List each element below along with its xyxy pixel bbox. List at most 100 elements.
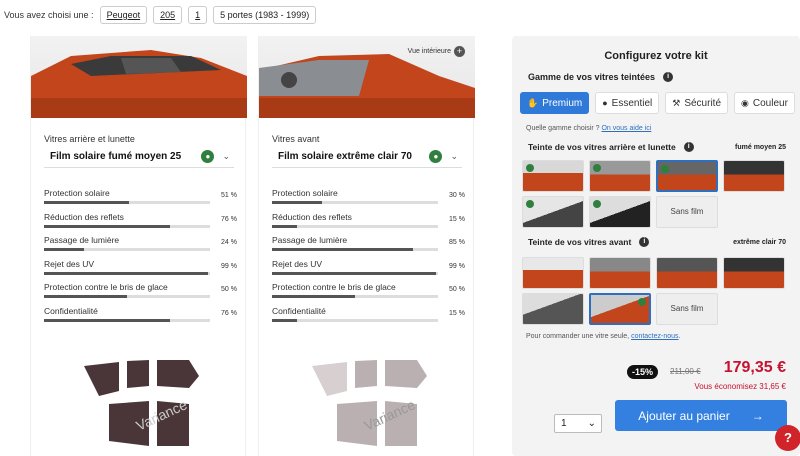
security-lock-icon: ● bbox=[201, 150, 215, 163]
chevron-down-icon: ⌄ bbox=[587, 418, 596, 429]
tint-option[interactable] bbox=[656, 257, 718, 289]
quantity-value: 1 bbox=[561, 418, 567, 429]
tint-option-selected[interactable] bbox=[656, 160, 718, 192]
metric-bar bbox=[44, 201, 210, 204]
metric-name: Protection solaire bbox=[44, 188, 110, 198]
info-icon[interactable]: i bbox=[639, 237, 650, 247]
tint-option[interactable] bbox=[589, 196, 651, 228]
tint-option[interactable] bbox=[522, 196, 584, 228]
metric-bar bbox=[272, 271, 438, 275]
chip-brand[interactable]: Peugeot bbox=[99, 6, 148, 24]
vehicle-selection-bar: Vous avez choisi une : Peugeot 205 1 5 p… bbox=[4, 5, 317, 25]
tab-essentiel-label: Essentiel bbox=[611, 97, 653, 109]
front-select-label: Vitres avant bbox=[272, 134, 320, 144]
metric-pct: 85 % bbox=[449, 239, 465, 246]
metric-row: Protection solaire 51 % bbox=[44, 186, 237, 210]
gamme-help: Quelle gamme choisir ? On vous aide ici bbox=[526, 125, 651, 132]
metric-bar bbox=[272, 248, 438, 251]
rear-select-label: Vitres arrière et lunette bbox=[44, 134, 135, 144]
help-chat-button[interactable]: ? bbox=[775, 425, 800, 451]
chip-model[interactable]: 205 bbox=[153, 6, 183, 24]
info-icon[interactable]: i bbox=[663, 72, 674, 82]
tint-option[interactable] bbox=[522, 293, 584, 325]
tint-option[interactable] bbox=[589, 160, 651, 192]
metric-name: Réduction des reflets bbox=[272, 211, 352, 222]
metric-pct: 76 % bbox=[221, 309, 237, 317]
security-badge-icon bbox=[526, 200, 534, 208]
discount-badge: -15% bbox=[627, 365, 659, 379]
zoom-icon: + bbox=[454, 46, 465, 57]
interior-view-link[interactable]: Vue intérieure + bbox=[408, 46, 465, 57]
old-price: 211,00 € bbox=[670, 367, 701, 376]
metric-name: Rejet des UV bbox=[44, 258, 95, 269]
security-badge-icon bbox=[593, 164, 601, 172]
security-badge-icon bbox=[638, 298, 646, 306]
rear-tint-heading: Teinte de vos vitres arrière et lunette i bbox=[528, 142, 694, 152]
metric-pct: 76 % bbox=[221, 215, 237, 223]
info-icon[interactable]: i bbox=[683, 142, 694, 152]
tint-option[interactable] bbox=[723, 160, 785, 192]
tint-option[interactable] bbox=[723, 257, 785, 289]
hand-icon: ✋ bbox=[527, 97, 539, 108]
tint-option-no-film[interactable]: Sans film bbox=[656, 196, 718, 228]
metric-name: Confidentialité bbox=[44, 305, 98, 316]
metric-row: Rejet des UV 99 % bbox=[44, 257, 237, 281]
metric-pct: 51 % bbox=[221, 192, 237, 199]
savings-text: Vous économisez 31,65 € bbox=[694, 382, 786, 391]
metric-name: Passage de lumière bbox=[44, 235, 120, 245]
security-badge-icon bbox=[526, 164, 534, 172]
metric-bar bbox=[44, 224, 210, 228]
metric-bar bbox=[272, 295, 438, 298]
metric-name: Protection solaire bbox=[272, 188, 338, 198]
chevron-down-icon: ⌄ bbox=[222, 151, 230, 161]
rear-tint-value: fumé moyen 25 bbox=[735, 144, 786, 151]
front-tint-options: Sans film bbox=[522, 257, 785, 325]
metric-pct: 50 % bbox=[449, 286, 465, 293]
metric-pct: 15 % bbox=[449, 309, 465, 317]
metric-bar bbox=[272, 318, 438, 322]
metric-pct: 15 % bbox=[449, 215, 465, 223]
tab-premium[interactable]: ✋ Premium bbox=[520, 92, 590, 114]
rear-film-selected: Film solaire fumé moyen 25 bbox=[50, 151, 182, 162]
rear-film-select[interactable]: Film solaire fumé moyen 25 ● ⌄ bbox=[44, 146, 234, 168]
front-tint-preview: Variance bbox=[312, 360, 427, 446]
metric-name: Protection contre le bris de glace bbox=[272, 282, 396, 292]
tab-couleur-label: Couleur bbox=[752, 97, 788, 109]
tab-couleur[interactable]: ◉ Couleur bbox=[734, 92, 795, 114]
metric-row: Protection contre le bris de glace 50 % bbox=[272, 280, 465, 304]
metric-pct: 24 % bbox=[221, 239, 237, 246]
metric-pct: 99 % bbox=[221, 262, 237, 270]
front-metrics: Protection solaire 30 % Réduction des ref… bbox=[272, 186, 465, 327]
metric-row: Confidentialité 15 % bbox=[272, 304, 465, 328]
new-price: 179,35 € bbox=[723, 359, 786, 376]
tint-option-selected[interactable] bbox=[589, 293, 651, 325]
tab-essentiel[interactable]: ● Essentiel bbox=[595, 92, 660, 114]
single-window-note: Pour commander une vitre seule, contacte… bbox=[526, 333, 681, 340]
interior-view-label: Vue intérieure bbox=[407, 48, 451, 55]
tint-option-no-film[interactable]: Sans film bbox=[656, 293, 718, 325]
tab-premium-label: Premium bbox=[542, 97, 583, 109]
tint-option[interactable] bbox=[522, 257, 584, 289]
help-link[interactable]: On vous aide ici bbox=[601, 125, 651, 132]
tint-option[interactable] bbox=[589, 257, 651, 289]
arrow-right-icon: → bbox=[751, 408, 764, 423]
cart-label: Ajouter au panier bbox=[638, 408, 730, 423]
tint-option[interactable] bbox=[522, 160, 584, 192]
palette-icon: ◉ bbox=[741, 97, 749, 108]
no-film-label: Sans film bbox=[670, 304, 704, 313]
contact-link[interactable]: contactez-nous bbox=[631, 333, 678, 340]
add-to-cart-button[interactable]: Ajouter au panier → bbox=[615, 400, 787, 431]
chip-body[interactable]: 5 portes (1983 - 1999) bbox=[213, 6, 317, 24]
tab-securite[interactable]: ⚒ Sécurité bbox=[665, 92, 729, 114]
rear-tint-options: Sans film bbox=[522, 160, 785, 228]
front-tint-title: Teinte de vos vitres avant bbox=[528, 237, 632, 247]
quantity-select[interactable]: 1 ⌄ bbox=[554, 414, 602, 433]
security-badge-icon bbox=[593, 200, 601, 208]
rear-tint-preview: Variance bbox=[84, 360, 199, 446]
chip-generation[interactable]: 1 bbox=[188, 6, 208, 24]
front-tint-value: extrême clair 70 bbox=[733, 239, 786, 246]
metric-bar bbox=[272, 201, 438, 204]
front-tint-heading: Teinte de vos vitres avant i bbox=[528, 237, 650, 247]
front-film-select[interactable]: Film solaire extrême clair 70 ● ⌄ bbox=[272, 146, 462, 168]
metric-bar bbox=[44, 248, 210, 251]
